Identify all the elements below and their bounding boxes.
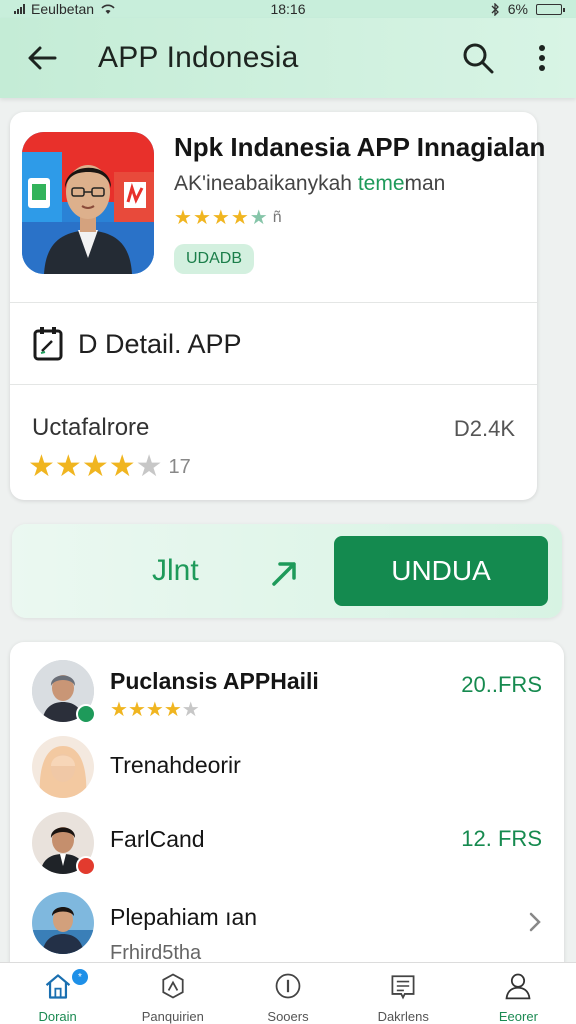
divider bbox=[10, 302, 537, 303]
status-bar: Eeulbetan 18:16 6% bbox=[0, 0, 576, 18]
star-icon: ★ bbox=[211, 207, 230, 229]
search-icon bbox=[463, 43, 494, 74]
rating-row: Uctafalrore D2.4K ★ ★ ★ ★ ★ 17 bbox=[10, 386, 537, 498]
rating-stars: ★ ★ ★ ★ ★ 17 bbox=[28, 452, 191, 482]
home-icon bbox=[45, 974, 70, 999]
detail-app-label: D Detail. APP bbox=[78, 328, 242, 359]
signal-icon bbox=[14, 4, 25, 14]
nav-badge: * bbox=[72, 969, 88, 985]
nav-item-profile[interactable]: Eeorer bbox=[461, 963, 576, 1024]
avatar bbox=[32, 892, 94, 954]
star-icon: ★ bbox=[192, 207, 211, 229]
nav-label: Sooers bbox=[267, 1009, 309, 1024]
back-button[interactable] bbox=[24, 40, 60, 76]
list-item[interactable]: Puclansis APPHaili 20..FRS ★ ★ ★ ★ ★ bbox=[10, 656, 564, 730]
info-circle-icon bbox=[275, 973, 301, 999]
list-item-price: 20..FRS bbox=[461, 672, 542, 697]
action-label[interactable]: Jlnt bbox=[152, 554, 199, 588]
rating-value: D2.4K bbox=[453, 416, 515, 441]
star-icon: ★ bbox=[174, 207, 192, 229]
nav-label: Eeorer bbox=[498, 1009, 538, 1024]
wifi-icon bbox=[101, 4, 115, 14]
app-rating-count: ñ bbox=[272, 209, 282, 226]
app-info-card: Npk Indanesia APP Innagialan AK'ineabaik… bbox=[10, 112, 545, 500]
star-icon: ★ bbox=[81, 450, 109, 483]
app-icon[interactable] bbox=[22, 132, 154, 274]
nav-item-category[interactable]: Panquirien bbox=[115, 963, 230, 1024]
app-subtitle-prefix: AK'ineabaikanykah bbox=[174, 172, 358, 195]
star-half-icon: ★ bbox=[249, 207, 268, 229]
nav-label: Dakrlens bbox=[377, 1009, 429, 1024]
star-icon: ★ bbox=[163, 699, 182, 721]
page-title: APP Indonesia bbox=[98, 41, 299, 74]
nav-item-search[interactable]: Sooers bbox=[230, 963, 345, 1024]
list-item[interactable]: Plepahiam ıan bbox=[10, 890, 564, 962]
detail-app-row[interactable]: D Detail. APP bbox=[10, 304, 537, 384]
install-action-bar: Jlnt UNDUA bbox=[12, 524, 562, 618]
book-icon bbox=[391, 975, 415, 1000]
search-button[interactable] bbox=[460, 40, 496, 76]
chevron-right-icon[interactable] bbox=[526, 910, 544, 934]
star-empty-icon: ★ bbox=[181, 699, 200, 721]
carrier-label: Eeulbetan bbox=[31, 1, 95, 17]
document-icon bbox=[32, 326, 64, 362]
star-icon: ★ bbox=[230, 207, 249, 229]
star-icon: ★ bbox=[127, 699, 146, 721]
app-subtitle: AK'ineabaikanykah tememan bbox=[174, 172, 445, 196]
list-item-name: Trenahdeorir bbox=[110, 752, 241, 778]
star-icon: ★ bbox=[110, 699, 128, 721]
list-item-name: Plepahiam ıan bbox=[110, 904, 258, 930]
nav-label: Dorain bbox=[38, 1009, 77, 1024]
list-item-price: 12. FRS bbox=[461, 826, 542, 851]
app-badge[interactable]: UDADB bbox=[174, 244, 255, 274]
list-item-stars: ★ ★ ★ ★ ★ bbox=[110, 700, 200, 720]
arrow-up-right-icon[interactable] bbox=[268, 556, 300, 588]
app-rating-stars: ★ ★ ★ ★ ★ ñ bbox=[174, 208, 282, 228]
list-item-name: FarlCand bbox=[110, 826, 205, 852]
rating-count: 17 bbox=[168, 455, 191, 478]
app-name: Npk Indanesia APP Innagialan bbox=[174, 132, 546, 162]
star-icon: ★ bbox=[28, 450, 55, 483]
nav-label: Panquirien bbox=[141, 1009, 204, 1024]
app-subtitle-suffix: man bbox=[404, 172, 446, 195]
category-icon bbox=[162, 973, 184, 999]
download-button[interactable]: UNDUA bbox=[334, 536, 548, 606]
arrow-left-icon bbox=[28, 46, 57, 70]
bluetooth-icon bbox=[491, 2, 499, 16]
divider bbox=[10, 384, 537, 385]
list-item[interactable]: FarlCand 12. FRS bbox=[10, 808, 564, 878]
star-icon: ★ bbox=[108, 450, 136, 483]
battery-percent: 6% bbox=[507, 1, 528, 17]
app-subtitle-highlight: teme bbox=[357, 172, 405, 195]
user-icon bbox=[505, 973, 531, 1000]
nav-item-list[interactable]: Dakrlens bbox=[346, 963, 461, 1024]
alert-badge-icon bbox=[76, 856, 96, 876]
avatar bbox=[32, 736, 94, 798]
list-item-name: Puclansis APPHaili bbox=[110, 668, 319, 694]
rating-label: Uctafalrore bbox=[32, 414, 150, 441]
nav-item-home[interactable]: * Dorain bbox=[0, 963, 115, 1024]
list-item[interactable]: Trenahdeorir bbox=[10, 734, 564, 804]
battery-icon bbox=[536, 3, 565, 15]
star-empty-icon: ★ bbox=[135, 450, 163, 483]
star-icon: ★ bbox=[54, 450, 82, 483]
verified-badge-icon bbox=[76, 704, 96, 724]
star-icon: ★ bbox=[145, 699, 164, 721]
more-vert-icon bbox=[539, 45, 545, 71]
app-list-card: Puclansis APPHaili 20..FRS ★ ★ ★ ★ ★ Tre… bbox=[10, 642, 564, 982]
app-bar: APP Indonesia bbox=[0, 18, 576, 98]
more-options-button[interactable] bbox=[524, 40, 560, 76]
bottom-navigation: * Dorain Panquirien Sooers Dakrlens Eeor… bbox=[0, 962, 576, 1024]
